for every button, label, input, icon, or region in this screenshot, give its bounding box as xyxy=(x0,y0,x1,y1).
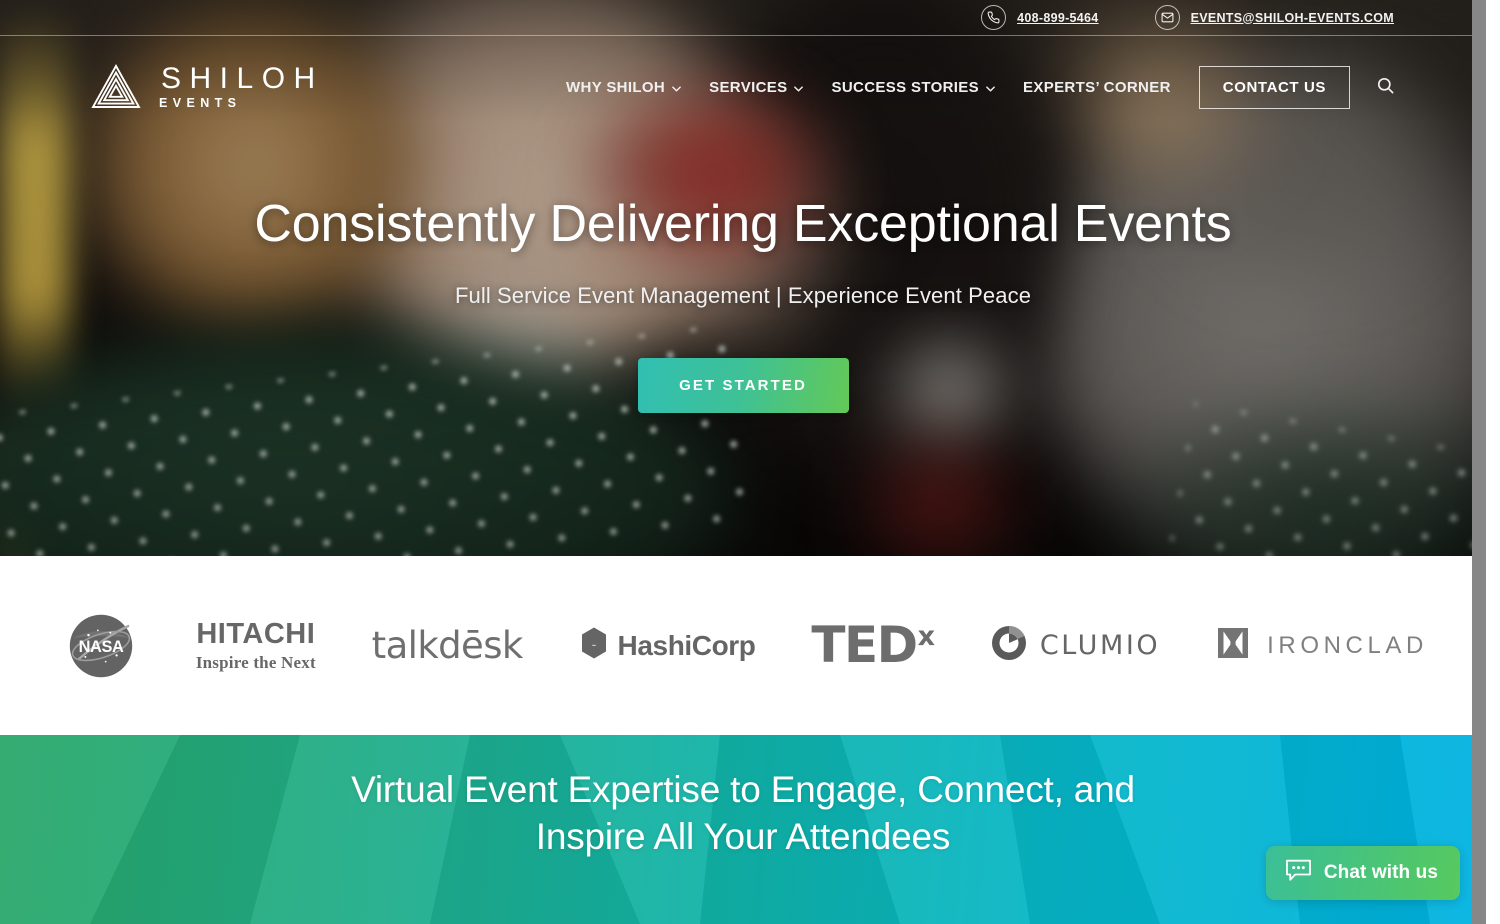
client-logo-tedx: TED x xyxy=(811,615,936,674)
client-logo-nasa: NASA xyxy=(62,606,140,686)
tedx-superscript: x xyxy=(917,620,936,652)
page-root: 408-899-5464 EVENTS@SHILOH-EVENTS.COM SH… xyxy=(0,0,1486,924)
chat-label: Chat with us xyxy=(1323,862,1438,883)
email-link[interactable]: EVENTS@SHILOH-EVENTS.COM xyxy=(1154,5,1394,30)
hitachi-tagline: Inspire the Next xyxy=(195,653,316,672)
nav-label: SUCCESS STORIES xyxy=(831,78,979,96)
main-navigation: WHY SHILOH SERVICES SUCCESS STORIES EXPE… xyxy=(552,65,1398,109)
phone-icon xyxy=(981,5,1007,30)
ironclad-ibeam-icon xyxy=(1216,628,1250,663)
virtual-event-band: Virtual Event Expertise to Engage, Conne… xyxy=(0,735,1486,924)
nav-label: WHY SHILOH xyxy=(566,78,666,96)
clumio-wordmark: CLUMIO xyxy=(1039,630,1161,661)
client-logo-strip: NASA HITACHI Inspire the Next talkdēsk H… xyxy=(0,556,1486,735)
nav-label: EXPERTS’ CORNER xyxy=(1023,78,1171,96)
logo-subtitle: EVENTS xyxy=(159,96,242,111)
nav-item-success-stories[interactable]: SUCCESS STORIES xyxy=(817,79,1009,96)
contact-us-button[interactable]: CONTACT US xyxy=(1198,65,1350,109)
nasa-logo-icon: NASA xyxy=(69,614,133,677)
client-logo-hitachi: HITACHI Inspire the Next xyxy=(196,618,316,673)
ironclad-wordmark: IRONCLAD xyxy=(1267,631,1428,659)
band-heading: Virtual Event Expertise to Engage, Conne… xyxy=(0,735,1486,860)
nav-label: SERVICES xyxy=(709,78,788,96)
nav-item-why-shiloh[interactable]: WHY SHILOH xyxy=(552,79,695,96)
scrollbar-thumb[interactable] xyxy=(1472,0,1486,924)
band-heading-line1: Virtual Event Expertise to Engage, Conne… xyxy=(351,769,1135,810)
hitachi-wordmark: HITACHI xyxy=(196,618,316,650)
email-address: EVENTS@SHILOH-EVENTS.COM xyxy=(1190,10,1394,25)
top-utility-bar: 408-899-5464 EVENTS@SHILOH-EVENTS.COM xyxy=(0,0,1486,36)
clumio-ring-icon xyxy=(991,625,1027,666)
nav-item-services[interactable]: SERVICES xyxy=(695,79,817,96)
hashicorp-wordmark: HashiCorp xyxy=(617,629,756,661)
phone-link[interactable]: 408-899-5464 xyxy=(981,5,1098,30)
shiloh-triangle-logo-icon xyxy=(90,63,142,111)
envelope-icon xyxy=(1154,5,1180,30)
vertical-scrollbar[interactable] xyxy=(1472,0,1486,924)
chat-bubble-icon xyxy=(1285,858,1312,888)
site-header: SHILOH EVENTS WHY SHILOH SERVICES SUCCES… xyxy=(0,36,1486,138)
talkdesk-wordmark: talkdēsk xyxy=(371,624,524,667)
search-icon xyxy=(1376,76,1395,98)
client-logo-talkdesk: talkdēsk xyxy=(371,624,524,667)
search-button[interactable] xyxy=(1372,74,1398,100)
logo-wordmark: SHILOH xyxy=(161,62,324,96)
nav-item-experts-corner[interactable]: EXPERTS’ CORNER xyxy=(1009,79,1185,96)
hero-section: 408-899-5464 EVENTS@SHILOH-EVENTS.COM SH… xyxy=(0,0,1486,556)
svg-text:NASA: NASA xyxy=(79,638,124,656)
band-heading-line2: Inspire All Your Attendees xyxy=(535,815,951,857)
client-logo-ironclad: IRONCLAD xyxy=(1216,628,1428,663)
tedx-wordmark: TED xyxy=(811,615,918,674)
client-logo-hashicorp: HashiCorp xyxy=(579,626,756,665)
site-logo[interactable]: SHILOH EVENTS xyxy=(90,63,324,111)
chevron-down-icon xyxy=(794,79,804,96)
client-logo-clumio: CLUMIO xyxy=(991,625,1160,666)
chevron-down-icon xyxy=(986,79,995,96)
get-started-button[interactable]: GET STARTED xyxy=(637,358,849,414)
chat-with-us-button[interactable]: Chat with us xyxy=(1265,846,1460,900)
hashicorp-hexagon-icon xyxy=(579,626,609,665)
chevron-down-icon xyxy=(672,79,681,96)
phone-number: 408-899-5464 xyxy=(1017,10,1099,25)
